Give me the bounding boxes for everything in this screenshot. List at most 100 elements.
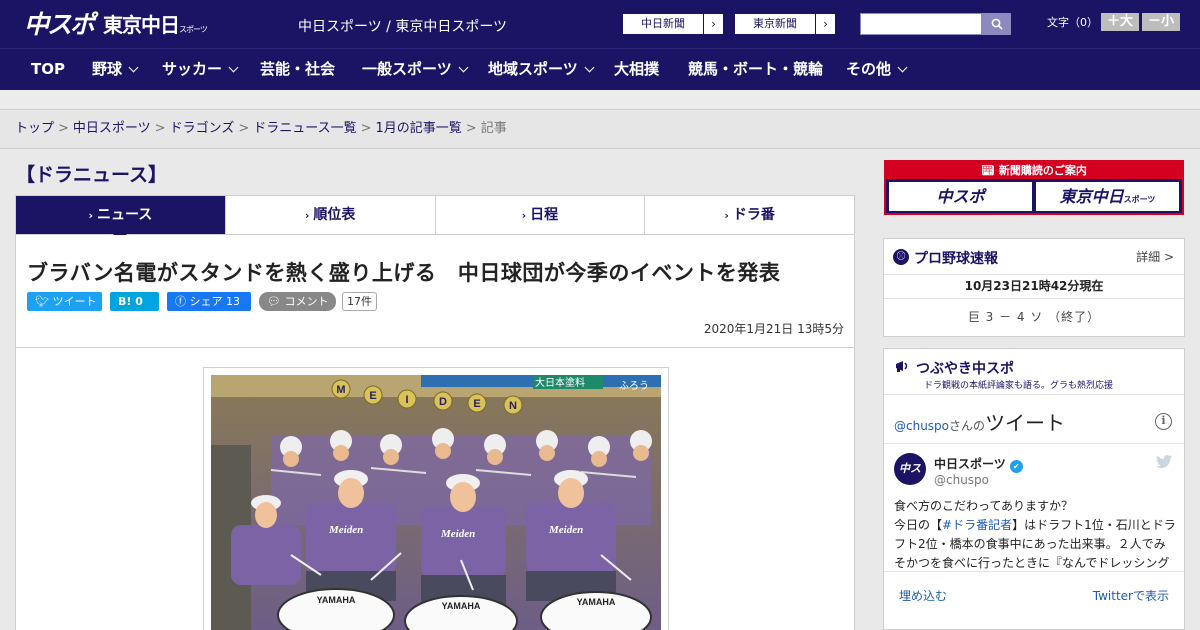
account-handle[interactable]: @chuspo bbox=[934, 473, 989, 487]
tweets-panel: つぶやき中スポ ドラ観戦の本紙評論家も語る。グラも熱烈応援 @chuspoさんの… bbox=[883, 348, 1185, 630]
photo-shirt-text: Meiden bbox=[328, 524, 363, 536]
logo-chuspo: 中スポ bbox=[24, 10, 95, 39]
nav-label: 大相撲 bbox=[614, 60, 660, 78]
chevron-down-icon bbox=[897, 62, 908, 73]
subscription-banner[interactable]: 📰︎ 新聞購読のご案内 中スポ 東京中日スポーツ bbox=[884, 160, 1184, 215]
photo-letter: N bbox=[509, 400, 517, 412]
site-title[interactable]: 中日スポーツ / 東京中日スポーツ bbox=[298, 16, 507, 36]
tab-news[interactable]: › ニュース bbox=[16, 196, 226, 241]
hashtag-link[interactable]: #ドラ番記者 bbox=[942, 518, 1012, 532]
breadcrumb-separator: > bbox=[238, 121, 250, 136]
photo-drum-text: YAMAHA bbox=[317, 595, 356, 605]
nav-label: 競馬・ボート・競輪 bbox=[688, 60, 824, 78]
section-title: 【ドラニュース】 bbox=[16, 164, 168, 186]
nav-item-baseball[interactable]: 野球 bbox=[92, 49, 139, 90]
comment-button[interactable]: 💬︎ コメント bbox=[259, 292, 336, 311]
tab-dora-ban[interactable]: › ドラ番 bbox=[645, 196, 854, 234]
details-link[interactable]: 詳細 > bbox=[1136, 248, 1174, 265]
nav-item-general-sports[interactable]: 一般スポーツ bbox=[362, 49, 469, 90]
font-size-down-button[interactable]: －小 bbox=[1142, 13, 1180, 31]
chevron-right-icon: › bbox=[815, 14, 835, 34]
chunichi-shimbun-link[interactable]: 中日新聞 › bbox=[622, 13, 724, 35]
handle-link[interactable]: @chuspo bbox=[894, 419, 949, 433]
site-search bbox=[860, 13, 1011, 35]
chevron-down-icon bbox=[458, 62, 469, 73]
breadcrumb-top[interactable]: トップ bbox=[15, 121, 54, 136]
photo-letter: D bbox=[439, 396, 447, 408]
account-name[interactable]: 中日スポーツ ✔ bbox=[934, 455, 1023, 473]
photo-drum-text: YAMAHA bbox=[442, 601, 481, 611]
nav-item-sumo[interactable]: 大相撲 bbox=[614, 49, 659, 90]
tab-standings[interactable]: › 順位表 bbox=[226, 196, 436, 234]
font-size-up-button[interactable]: ＋大 bbox=[1101, 13, 1139, 31]
nav-label: 野球 bbox=[92, 60, 123, 78]
article-photo-frame: 大日本塗料 ふろう M E I D E N Meiden Meiden Meid… bbox=[203, 367, 669, 630]
subscription-title: 📰︎ 新聞購読のご案内 bbox=[886, 162, 1182, 179]
breadcrumb-current: 記事 bbox=[480, 121, 507, 136]
breadcrumb-dragons[interactable]: ドラゴンズ bbox=[170, 121, 235, 136]
subscribe-chuspo[interactable]: 中スポ bbox=[889, 182, 1032, 211]
tab-label: ドラ番 bbox=[732, 207, 775, 223]
panel-header: ⚾︎ プロ野球速報 詳細 > bbox=[884, 239, 1184, 275]
nav-item-regional-sports[interactable]: 地域スポーツ bbox=[488, 49, 595, 90]
nav-item-top[interactable]: TOP bbox=[31, 49, 65, 90]
nav-item-other[interactable]: その他 bbox=[846, 49, 908, 90]
chevron-right-icon: › bbox=[304, 209, 310, 222]
scores-timestamp: 10月23日21時42分現在 bbox=[884, 275, 1184, 299]
panel-subtitle: ドラ観戦の本紙評論家も語る。グラも熱烈応援 bbox=[924, 381, 1114, 391]
article-date: 2020年1月21日 13時5分 bbox=[703, 322, 844, 336]
megaphone-icon bbox=[896, 361, 908, 372]
breadcrumb-separator: > bbox=[154, 121, 166, 136]
breadcrumb-separator: > bbox=[360, 121, 372, 136]
chevron-right-icon: › bbox=[88, 209, 93, 222]
panel-title: プロ野球速報 bbox=[914, 251, 998, 267]
section-tabs: › ニュース › 順位表 › 日程 › ドラ番 bbox=[15, 195, 855, 241]
baseball-scores-panel: ⚾︎ プロ野球速報 詳細 > 10月23日21時42分現在 巨 3 － 4 ソ … bbox=[883, 238, 1185, 337]
info-icon[interactable]: i bbox=[1155, 413, 1172, 430]
game-score[interactable]: 巨 3 － 4 ソ （終了） bbox=[884, 299, 1184, 335]
breadcrumb-separator: > bbox=[465, 121, 477, 136]
subscription-options: 中スポ 東京中日スポーツ bbox=[886, 179, 1182, 214]
nav-label: 地域スポーツ bbox=[488, 60, 578, 78]
facebook-icon: ⓕ bbox=[175, 295, 190, 308]
divider bbox=[884, 443, 1184, 444]
twitter-bird-icon: 🐦︎ bbox=[35, 295, 53, 308]
nav-item-racing[interactable]: 競馬・ボート・競輪 bbox=[688, 49, 823, 90]
avatar[interactable]: 中スポ bbox=[894, 453, 926, 507]
tweet-button[interactable]: 🐦︎ ツイート bbox=[27, 292, 102, 311]
breadcrumb-january-list[interactable]: 1月の記事一覧 bbox=[376, 121, 462, 136]
site-logo[interactable]: 中スポ 東京中日スポーツ bbox=[24, 8, 208, 39]
subscribe-tokyo-chunichi[interactable]: 東京中日スポーツ bbox=[1036, 182, 1179, 211]
nav-item-entertainment[interactable]: 芸能・社会 bbox=[260, 49, 335, 90]
photo-shirt-text: Meiden bbox=[548, 524, 583, 536]
brass-band-photo: 大日本塗料 ふろう M E I D E N Meiden Meiden Meid… bbox=[211, 375, 661, 630]
photo-shirt-text: Meiden bbox=[440, 528, 475, 540]
nav-item-soccer[interactable]: サッカー bbox=[162, 49, 239, 90]
tab-schedule[interactable]: › 日程 bbox=[436, 196, 646, 234]
search-button[interactable] bbox=[982, 13, 1011, 35]
verified-badge-icon: ✔ bbox=[1009, 460, 1023, 473]
article-photo[interactable]: 大日本塗料 ふろう M E I D E N Meiden Meiden Meid… bbox=[211, 375, 661, 630]
timeline-caption: @chuspoさんのツイート bbox=[894, 411, 1066, 435]
sub-nav-band bbox=[0, 90, 1200, 110]
ext-link-label: 中日新聞 bbox=[641, 17, 685, 30]
facebook-share-button[interactable]: ⓕ シェア 13 bbox=[167, 292, 251, 311]
photo-letter: E bbox=[473, 398, 480, 410]
comment-count[interactable]: 17件 bbox=[342, 292, 377, 311]
twitter-bird-icon[interactable] bbox=[1156, 455, 1172, 469]
baseball-icon: ⚾︎ bbox=[893, 249, 909, 265]
view-on-twitter-link[interactable]: Twitterで表示 bbox=[1093, 587, 1169, 604]
ext-link-label: 東京新聞 bbox=[753, 17, 797, 30]
chevron-down-icon bbox=[128, 62, 139, 73]
hatena-bookmark-button[interactable]: B! 0 bbox=[110, 292, 159, 311]
article-headline: ブラバン名電がスタンドを熱く盛り上げる 中日球団が今季のイベントを発表 bbox=[27, 261, 781, 285]
embed-link[interactable]: 埋め込む bbox=[899, 587, 947, 604]
nav-label: サッカー bbox=[162, 60, 223, 78]
breadcrumb: トップ > 中日スポーツ > ドラゴンズ > ドラニュース一覧 >1月の記事一覧 > 記事 bbox=[0, 111, 1200, 149]
breadcrumb-dora-news-list[interactable]: ドラニュース一覧 bbox=[253, 121, 356, 136]
breadcrumb-chunichi-sports[interactable]: 中日スポーツ bbox=[73, 121, 151, 136]
search-input[interactable] bbox=[860, 13, 982, 35]
nav-label: その他 bbox=[846, 60, 892, 78]
tokyo-shimbun-link[interactable]: 東京新聞 › bbox=[734, 13, 836, 35]
panel-header: つぶやき中スポ ドラ観戦の本紙評論家も語る。グラも熱烈応援 bbox=[884, 349, 1184, 395]
